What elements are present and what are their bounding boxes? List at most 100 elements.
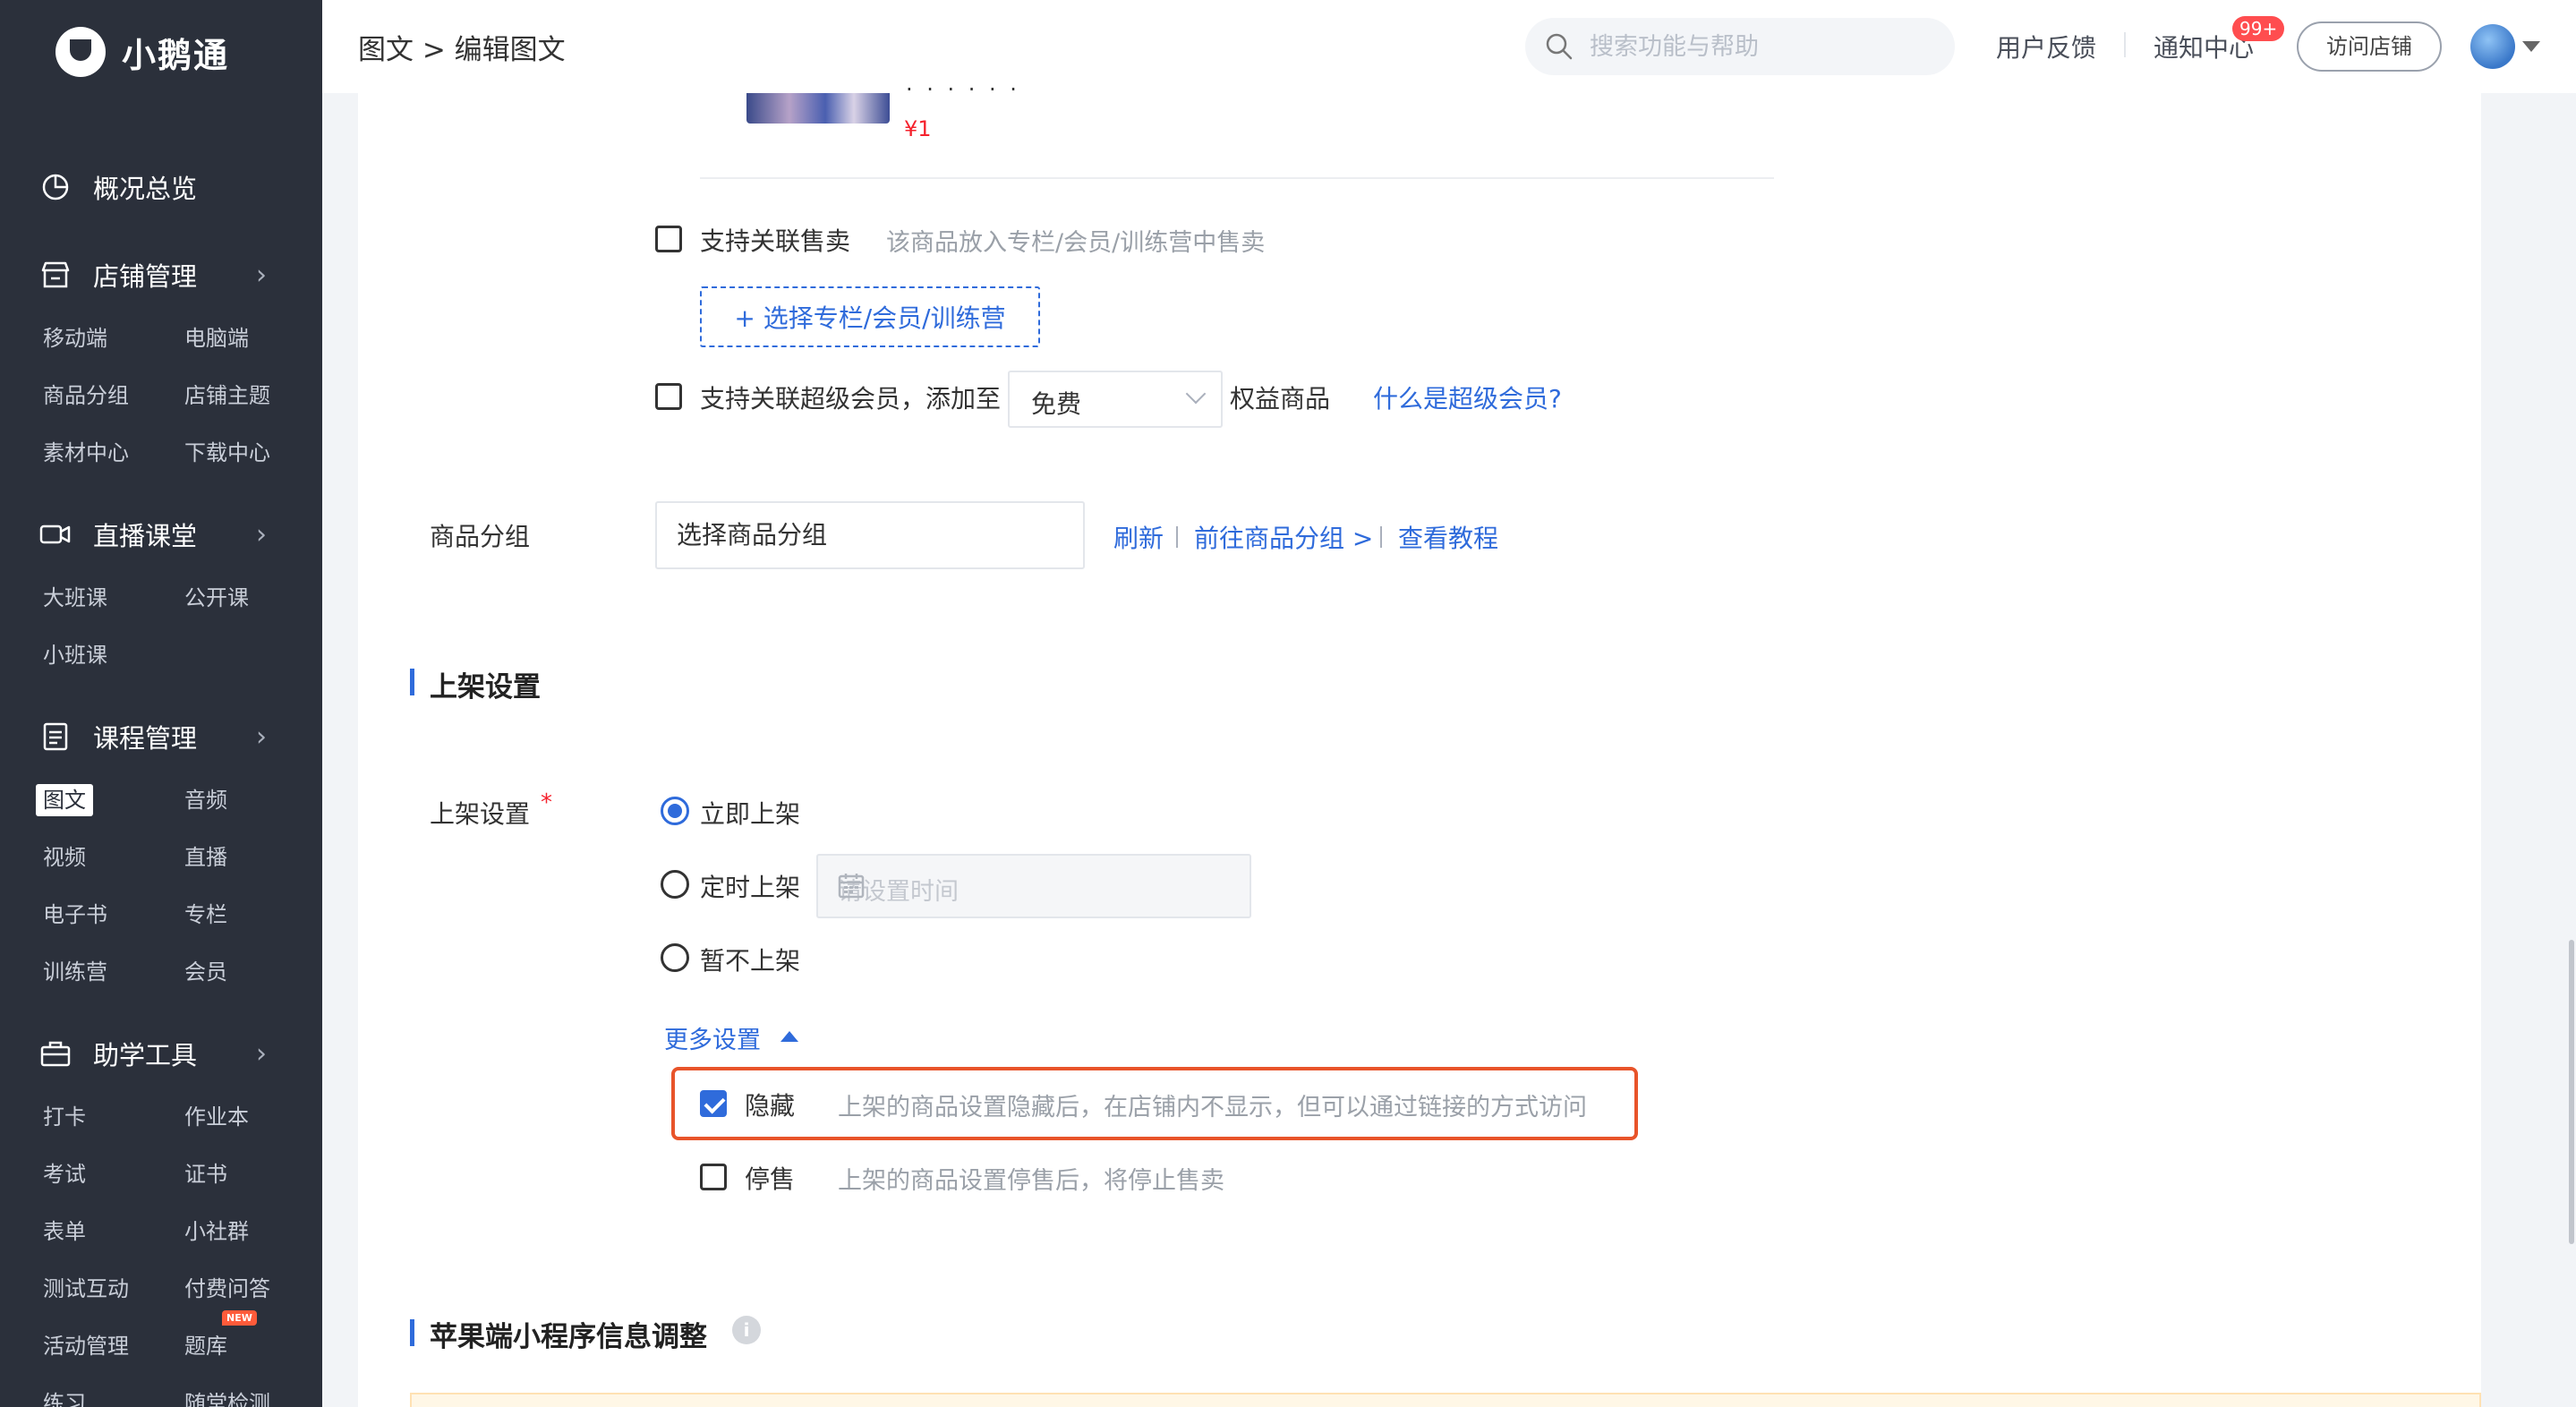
what-is-super-member-link[interactable]: 什么是超级会员? [1373,379,1562,415]
divider [1176,526,1178,548]
sidebar-item-question-bank[interactable]: 题库 [184,1330,227,1362]
view-tutorial-link[interactable]: 查看教程 [1398,519,1498,555]
radio-scheduled-label: 定时上架 [700,873,801,902]
chevron-right-icon: › [256,721,267,753]
nav-learning-tools[interactable]: 助学工具 › [0,1022,322,1085]
product-thumbnail [746,93,890,124]
nav-live-classroom-label: 直播课堂 [93,521,198,551]
sidebar-item-small-class[interactable]: 小班课 [43,639,107,671]
search-input[interactable] [1590,18,1939,75]
listing-field-label: 上架设置 [430,799,531,829]
new-badge: NEW [222,1310,257,1326]
sidebar-item-material-center[interactable]: 素材中心 [43,437,129,469]
store-icon [39,259,72,291]
benefit-product-label: 权益商品 [1230,384,1331,414]
sidebar-item-video[interactable]: 视频 [43,841,86,874]
schedule-time-input[interactable]: 请设置时间 [816,854,1251,918]
content-card [358,93,2481,1407]
sidebar-item-open-class[interactable]: 公开课 [184,582,249,614]
sidebar-item-class-quiz[interactable]: 随堂检测 [184,1387,270,1407]
sidebar-item-practice[interactable]: 练习 [43,1387,86,1407]
video-camera-icon [39,518,72,550]
app-name: 小鹅通 [122,35,230,75]
hide-label: 隐藏 [745,1091,796,1121]
divider [2124,32,2126,57]
sidebar-item-certificate[interactable]: 证书 [184,1158,227,1190]
sidebar-item-large-class[interactable]: 大班课 [43,582,107,614]
sidebar-item-checkin[interactable]: 打卡 [43,1101,86,1133]
more-settings-toggle[interactable]: 更多设置 [664,1020,761,1055]
search-box[interactable] [1525,18,1955,75]
nav-overview[interactable]: 概况总览 [0,156,322,218]
benefit-select[interactable]: 免费 [1008,371,1223,428]
sidebar-item-homework[interactable]: 作业本 [184,1101,249,1133]
refresh-link[interactable]: 刷新 [1113,519,1164,555]
nav-course-management[interactable]: 课程管理 › [0,705,322,768]
document-list-icon [39,721,72,753]
sidebar-item-membership[interactable]: 会员 [184,956,227,988]
user-feedback-link[interactable]: 用户反馈 [1996,29,2096,64]
sidebar-item-pc[interactable]: 电脑端 [184,322,249,354]
sidebar-item-live[interactable]: 直播 [184,841,227,874]
super-member-checkbox[interactable] [655,383,682,410]
nav-course-management-label: 课程管理 [93,723,198,754]
avatar[interactable] [2470,24,2515,69]
listing-section-title: 上架设置 [430,671,541,704]
caret-down-icon[interactable] [2522,41,2540,52]
hide-hint: 上架的商品设置隐藏后，在店铺内不显示，但可以通过链接的方式访问 [838,1094,1587,1121]
goto-product-group-link[interactable]: 前往商品分组 > [1194,519,1373,555]
chevron-right-icon: › [256,1037,267,1070]
radio-publish-now[interactable] [661,797,689,825]
apple-miniprogram-section-title: 苹果端小程序信息调整 [430,1321,707,1353]
associated-sale-checkbox[interactable] [655,226,682,252]
breadcrumb: 图文 > 编辑图文 [358,34,566,66]
stop-sale-checkbox[interactable] [700,1164,727,1190]
product-group-input[interactable]: 选择商品分组 [655,501,1085,569]
sidebar-item-store-theme[interactable]: 店铺主题 [184,379,270,412]
sidebar-item-community[interactable]: 小社群 [184,1215,249,1248]
calendar-icon [838,872,865,899]
divider [1380,526,1382,548]
hide-checkbox[interactable] [700,1090,727,1117]
sidebar: 小鹅通 概况总览 店铺管理 › 移动端 电脑端 商品分组 店铺主题 素材中心 下… [0,0,322,1407]
visit-store-button[interactable]: 访问店铺 [2297,21,2442,72]
sidebar-item-download-center[interactable]: 下载中心 [184,437,270,469]
product-group-label: 商品分组 [430,522,531,551]
radio-scheduled[interactable] [661,870,689,899]
notification-badge: 99+ [2232,16,2285,41]
benefit-select-value: 免费 [1031,389,1082,419]
divider [700,177,1774,179]
associated-sale-hint: 该商品放入专栏/会员/训练营中售卖 [886,229,1266,257]
logo-icon [55,27,106,77]
app-logo[interactable]: 小鹅通 [55,27,229,77]
sidebar-item-audio[interactable]: 音频 [184,784,227,816]
stop-sale-label: 停售 [745,1164,796,1194]
search-icon [1545,32,1574,61]
nav-live-classroom[interactable]: 直播课堂 › [0,503,322,566]
sidebar-item-activity-management[interactable]: 活动管理 [43,1330,129,1362]
sidebar-item-column[interactable]: 专栏 [184,899,227,931]
chevron-down-icon [1185,383,1207,405]
pie-chart-icon [39,171,72,203]
radio-not-publish[interactable] [661,943,689,972]
sidebar-item-quiz[interactable]: 测试互动 [43,1273,129,1305]
nav-store-management[interactable]: 店铺管理 › [0,243,322,306]
sidebar-item-form[interactable]: 表单 [43,1215,86,1248]
radio-not-publish-label: 暂不上架 [700,946,801,976]
caret-up-icon[interactable] [780,1031,798,1042]
sidebar-item-product-group[interactable]: 商品分组 [43,379,129,412]
sidebar-item-article[interactable]: 图文 [36,784,93,816]
sidebar-item-exam[interactable]: 考试 [43,1158,86,1190]
scrollbar-thumb[interactable] [2569,940,2574,1244]
info-icon[interactable]: i [732,1316,761,1344]
sidebar-item-ebook[interactable]: 电子书 [43,899,107,931]
select-column-membership-button[interactable]: + 选择专栏/会员/训练营 [700,286,1040,347]
sidebar-item-training-camp[interactable]: 训练营 [43,956,107,988]
sidebar-item-paid-qa[interactable]: 付费问答 [184,1273,270,1305]
radio-publish-now-label: 立即上架 [700,799,801,829]
section-accent-bar [410,1319,414,1346]
sidebar-item-mobile[interactable]: 移动端 [43,322,107,354]
nav-learning-tools-label: 助学工具 [93,1040,198,1070]
product-price: ¥1 [904,116,932,141]
required-mark: * [541,789,552,816]
